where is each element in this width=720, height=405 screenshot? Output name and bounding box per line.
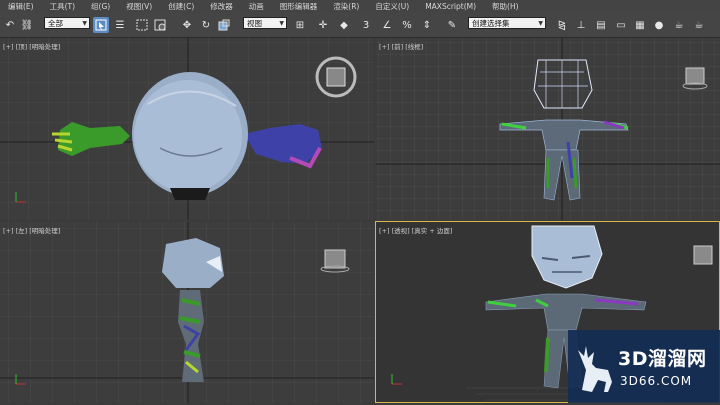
link-icon[interactable]: ⛓ — [20, 17, 34, 33]
viewport-grid — [376, 38, 720, 220]
spinner-snap-icon[interactable]: ⇕ — [420, 17, 434, 33]
render-setup-icon[interactable]: ☕ — [672, 17, 686, 33]
undo-icon[interactable]: ↶ — [3, 17, 17, 33]
menu-graph-editors[interactable]: 图形编辑器 — [272, 1, 326, 12]
axis-tripod-icon — [391, 374, 402, 385]
menu-create[interactable]: 创建(C) — [160, 1, 202, 12]
menu-views[interactable]: 视图(V) — [118, 1, 160, 12]
watermark-brand: 3D溜溜网 — [618, 348, 707, 370]
rectangular-selection-icon[interactable] — [135, 17, 149, 33]
chevron-down-icon: ▼ — [279, 20, 284, 27]
viewport-grid — [0, 222, 374, 403]
watermark-logo: 3D溜溜网 3D66.COM — [568, 330, 720, 403]
menu-modifiers[interactable]: 修改器 — [202, 1, 241, 12]
snap-toggle-icon[interactable]: 3 — [360, 17, 372, 33]
mirror-icon[interactable]: ⧎ — [555, 17, 569, 33]
menu-rendering[interactable]: 渲染(R) — [325, 1, 367, 12]
select-object-icon[interactable] — [93, 17, 109, 33]
chevron-down-icon: ▼ — [82, 20, 87, 27]
chevron-down-icon: ▼ — [538, 20, 543, 27]
keyboard-shortcut-icon[interactable]: ◆ — [337, 17, 351, 33]
viewcube-icon[interactable] — [693, 245, 713, 265]
layer-manager-icon[interactable]: ▤ — [594, 17, 608, 33]
angle-snap-icon[interactable]: ∠ — [380, 17, 394, 33]
viewport-front[interactable]: [+] [前] [线框] — [376, 38, 720, 220]
menu-bar: 编辑(E) 工具(T) 组(G) 视图(V) 创建(C) 修改器 动画 图形编辑… — [0, 0, 720, 13]
select-and-manipulate-icon[interactable]: ✛ — [316, 17, 330, 33]
viewport-left[interactable]: [+] [左] [明暗处理] — [0, 222, 374, 403]
schematic-view-icon[interactable]: ▦ — [633, 17, 647, 33]
menu-customize[interactable]: 自定义(U) — [367, 1, 417, 12]
render-icon[interactable]: ☕ — [692, 17, 706, 33]
menu-tools[interactable]: 工具(T) — [42, 1, 83, 12]
menu-edit[interactable]: 编辑(E) — [0, 1, 42, 12]
menu-help[interactable]: 帮助(H) — [484, 1, 527, 12]
edit-named-selection-icon[interactable]: ✎ — [445, 17, 459, 33]
scale-icon[interactable] — [217, 17, 231, 33]
viewport-label[interactable]: [+] [左] [明暗处理] — [3, 225, 60, 235]
percent-snap-icon[interactable]: % — [400, 17, 414, 33]
menu-group[interactable]: 组(G) — [83, 1, 118, 12]
selection-filter-dropdown[interactable]: 全部 ▼ — [44, 17, 90, 29]
named-selection-dropdown[interactable]: 创建选择集 ▼ — [468, 17, 546, 29]
curve-editor-icon[interactable]: ▭ — [614, 17, 628, 33]
viewport-label[interactable]: [+] [顶] [明暗处理] — [3, 41, 60, 51]
viewport-label[interactable]: [+] [透视] [真实 + 边面] — [379, 225, 452, 235]
pivot-center-icon[interactable]: ⊞ — [293, 17, 307, 33]
viewport-grid — [0, 38, 374, 220]
rotate-icon[interactable]: ↻ — [199, 17, 213, 33]
align-icon[interactable]: ⊥ — [574, 17, 588, 33]
menu-animation[interactable]: 动画 — [241, 1, 272, 12]
viewport-label[interactable]: [+] [前] [线框] — [379, 41, 423, 51]
move-icon[interactable]: ✥ — [180, 17, 194, 33]
main-toolbar: ↶ ⛓ 全部 ▼ ☰ ✥ ↻ 视图 ▼ ⊞ ✛ ◆ 3 ∠ % ⇕ ✎ 创建选择集 ▼… — [0, 13, 720, 38]
window-crossing-icon[interactable] — [153, 17, 167, 33]
material-editor-icon[interactable]: ● — [652, 17, 666, 33]
select-by-name-icon[interactable]: ☰ — [113, 17, 127, 33]
watermark-url: 3D66.COM — [620, 374, 693, 388]
menu-maxscript[interactable]: MAXScript(M) — [417, 2, 484, 11]
viewport-top[interactable]: [+] [顶] [明暗处理] — [0, 38, 374, 220]
reference-coordinate-dropdown[interactable]: 视图 ▼ — [243, 17, 287, 29]
